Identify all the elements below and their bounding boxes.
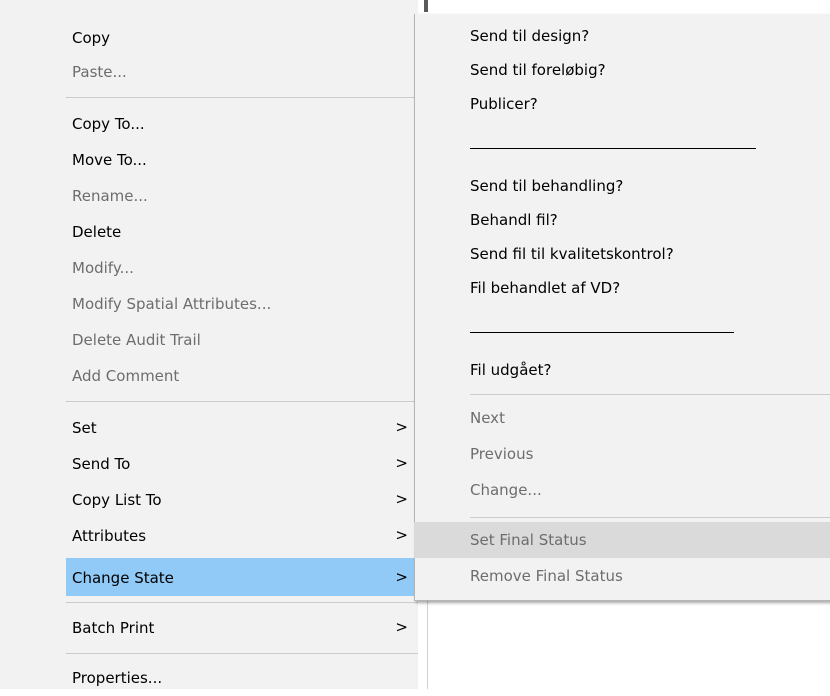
menu-separator (66, 97, 418, 98)
menu-item-delete[interactable]: Delete (66, 214, 418, 250)
menu-item-label: Change State (72, 569, 174, 587)
submenu-item-label: Send fil til kvalitetskontrol? (470, 245, 674, 263)
menu-item-label: Send To (72, 455, 131, 473)
menu-separator (66, 602, 418, 603)
submenu-item-label: Fil udgået? (470, 361, 552, 379)
menu-item-label: Rename... (72, 187, 148, 205)
submenu-item-label: Remove Final Status (470, 567, 623, 585)
window-edge (424, 0, 428, 12)
submenu-rule (470, 332, 734, 333)
window-divider (427, 600, 428, 689)
submenu-item-publicer[interactable]: Publicer? (414, 88, 830, 122)
submenu-item-label: Behandl fil? (470, 211, 558, 229)
menu-item-delete-audit-trail[interactable]: Delete Audit Trail (66, 322, 418, 358)
submenu-item-send-til-behandling[interactable]: Send til behandling? (414, 170, 830, 204)
submenu-item-fil-udgaet[interactable]: Fil udgået? (414, 354, 830, 388)
menu-item-label: Move To... (72, 151, 147, 169)
menu-item-paste[interactable]: Paste... (66, 54, 418, 90)
submenu-separator (470, 517, 830, 518)
menu-item-label: Copy List To (72, 491, 162, 509)
menu-item-label: Modify Spatial Attributes... (72, 295, 272, 313)
submenu-border (414, 600, 830, 601)
context-menu: Copy Paste... Copy To... Move To... Rena… (0, 0, 418, 689)
menu-item-send-to[interactable]: Send To > (66, 446, 418, 482)
menu-item-move-to[interactable]: Move To... (66, 142, 418, 178)
menu-item-label: Paste... (72, 63, 127, 81)
menu-item-properties[interactable]: Properties... (66, 660, 418, 696)
menu-item-label: Set (72, 419, 97, 437)
submenu-item-label: Fil behandlet af VD? (470, 279, 621, 297)
chevron-right-icon: > (395, 454, 408, 472)
submenu-item-label: Set Final Status (470, 531, 587, 549)
chevron-right-icon: > (395, 568, 408, 586)
menu-item-label: Delete (72, 223, 122, 241)
menu-item-label: Attributes (72, 527, 147, 545)
menu-item-modify[interactable]: Modify... (66, 250, 418, 286)
submenu-item-next[interactable]: Next (414, 402, 830, 436)
menu-item-modify-spatial-attributes[interactable]: Modify Spatial Attributes... (66, 286, 418, 322)
menu-item-label: Copy To... (72, 115, 145, 133)
change-state-submenu: Send til design? Send til foreløbig? Pub… (414, 14, 830, 601)
menu-item-copy-list-to[interactable]: Copy List To > (66, 482, 418, 518)
menu-item-rename[interactable]: Rename... (66, 178, 418, 214)
submenu-item-send-til-design[interactable]: Send til design? (414, 20, 830, 54)
chevron-right-icon: > (395, 418, 408, 436)
submenu-item-behandl-fil[interactable]: Behandl fil? (414, 204, 830, 238)
submenu-item-label: Send til behandling? (470, 177, 624, 195)
submenu-item-label: Send til foreløbig? (470, 61, 606, 79)
menu-item-copy-to[interactable]: Copy To... (66, 106, 418, 142)
submenu-item-change[interactable]: Change... (414, 474, 830, 508)
submenu-item-set-final-status[interactable]: Set Final Status (414, 522, 830, 558)
menu-item-batch-print[interactable]: Batch Print > (66, 610, 418, 646)
submenu-item-label: Change... (470, 481, 542, 499)
menu-item-label: Batch Print (72, 619, 155, 637)
submenu-separator (470, 394, 830, 395)
menu-item-attributes[interactable]: Attributes > (66, 518, 418, 554)
menu-separator (66, 653, 418, 654)
submenu-rule (470, 148, 756, 149)
menu-item-label: Add Comment (72, 367, 180, 385)
chevron-right-icon: > (395, 618, 408, 636)
submenu-item-fil-behandlet-af-vd[interactable]: Fil behandlet af VD? (414, 272, 830, 306)
menu-item-set[interactable]: Set > (66, 410, 418, 446)
submenu-item-send-fil-til-kvalitetskontrol[interactable]: Send fil til kvalitetskontrol? (414, 238, 830, 272)
menu-item-label: Modify... (72, 259, 134, 277)
menu-item-change-state[interactable]: Change State > (66, 558, 418, 596)
submenu-item-remove-final-status[interactable]: Remove Final Status (414, 560, 830, 594)
menu-item-label: Properties... (72, 669, 163, 687)
submenu-item-label: Next (470, 409, 505, 427)
submenu-item-label: Publicer? (470, 95, 538, 113)
submenu-item-label: Send til design? (470, 27, 590, 45)
chevron-right-icon: > (395, 526, 408, 544)
menu-item-label: Delete Audit Trail (72, 331, 201, 349)
menu-item-add-comment[interactable]: Add Comment (66, 358, 418, 394)
menu-separator (66, 401, 418, 402)
menu-item-copy[interactable]: Copy (66, 20, 418, 56)
submenu-item-label: Previous (470, 445, 534, 463)
submenu-item-send-til-forelobig[interactable]: Send til foreløbig? (414, 54, 830, 88)
menu-item-label: Copy (72, 29, 111, 47)
chevron-right-icon: > (395, 490, 408, 508)
submenu-item-previous[interactable]: Previous (414, 438, 830, 472)
